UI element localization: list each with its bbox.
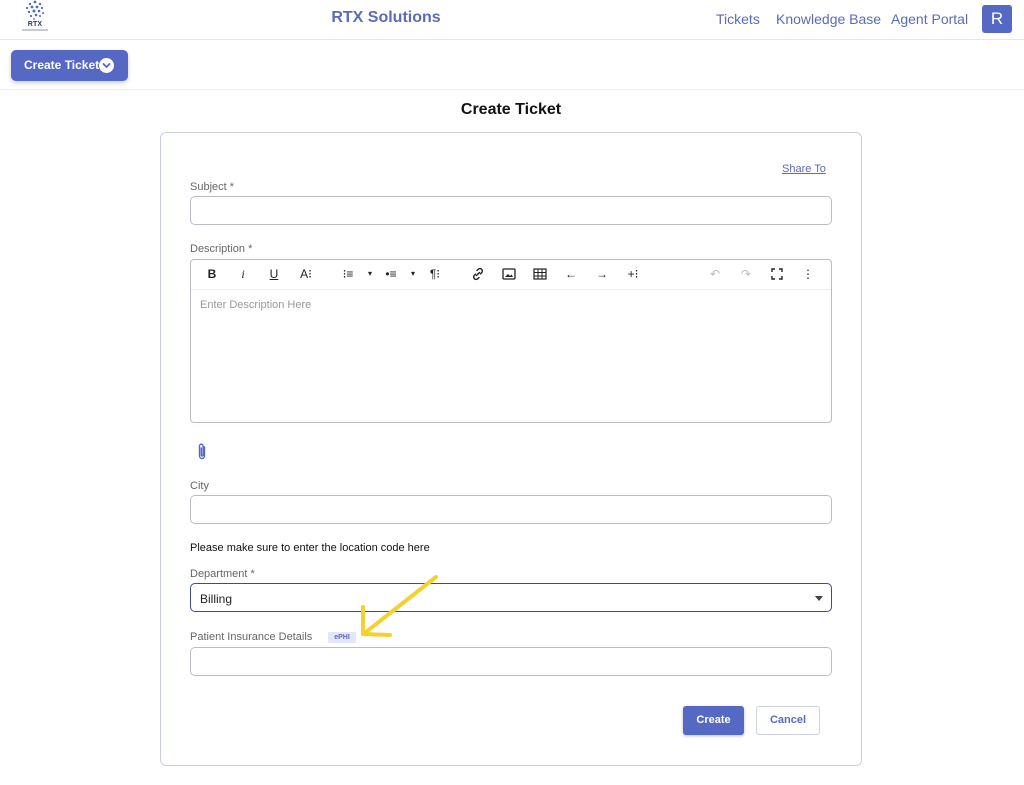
- nav-knowledge-base[interactable]: Knowledge Base: [776, 11, 881, 27]
- create-ticket-label: Create Ticket: [24, 58, 100, 72]
- font-size-icon[interactable]: A⁝: [296, 266, 316, 282]
- brand-title: RTX Solutions: [331, 9, 441, 26]
- city-label: City: [190, 480, 209, 492]
- department-value: Billing: [200, 592, 233, 606]
- description-editor[interactable]: B i U A⁝ ⁝≡ ▾ •≡ ▾ ¶⁝ ← → +⁝ ↶ ↷ ⋮ Enter…: [190, 259, 832, 423]
- description-label: Description *: [190, 243, 253, 255]
- redo-icon[interactable]: ↷: [738, 266, 754, 282]
- action-bar: Create Ticket: [0, 40, 1024, 90]
- insurance-input[interactable]: [190, 647, 832, 676]
- page-title: Create Ticket: [460, 101, 562, 118]
- insert-icon[interactable]: +⁝: [624, 266, 642, 282]
- image-icon[interactable]: [501, 266, 517, 282]
- subject-label: Subject *: [190, 181, 235, 193]
- nav-agent-portal[interactable]: Agent Portal: [891, 11, 968, 27]
- bullet-list-caret-icon[interactable]: ▾: [409, 266, 417, 282]
- paragraph-icon[interactable]: ¶⁝: [426, 266, 444, 282]
- description-placeholder: Enter Description Here: [200, 299, 312, 311]
- arrow-right-icon[interactable]: →: [594, 266, 610, 282]
- undo-icon[interactable]: ↶: [707, 266, 723, 282]
- cancel-button[interactable]: Cancel: [756, 706, 820, 735]
- underline-icon[interactable]: U: [266, 266, 282, 282]
- share-to-link[interactable]: Share To: [782, 163, 826, 175]
- paperclip-icon[interactable]: [195, 442, 209, 462]
- table-icon[interactable]: [532, 266, 548, 282]
- chevron-down-icon: [99, 58, 114, 73]
- more-options-icon[interactable]: ⋮: [800, 266, 816, 282]
- logo-tagline: [22, 29, 48, 31]
- link-icon[interactable]: [470, 266, 486, 282]
- create-button[interactable]: Create: [683, 706, 744, 735]
- subject-input[interactable]: [190, 196, 832, 225]
- create-ticket-button[interactable]: Create Ticket: [11, 50, 128, 81]
- ordered-list-icon[interactable]: ⁝≡: [340, 266, 356, 282]
- editor-toolbar: B i U A⁝ ⁝≡ ▾ •≡ ▾ ¶⁝ ← → +⁝ ↶ ↷ ⋮: [191, 260, 831, 290]
- italic-icon[interactable]: i: [235, 266, 251, 282]
- department-select[interactable]: Billing: [190, 583, 832, 612]
- fullscreen-icon[interactable]: [769, 266, 785, 282]
- avatar[interactable]: R: [982, 5, 1012, 33]
- city-input[interactable]: [190, 495, 832, 524]
- nav-tickets[interactable]: Tickets: [716, 11, 760, 27]
- bullet-list-icon[interactable]: •≡: [383, 266, 399, 282]
- arrow-left-icon[interactable]: ←: [563, 266, 579, 282]
- department-label: Department *: [190, 568, 255, 580]
- annotation-arrow-icon: [361, 575, 438, 637]
- location-note: Please make sure to enter the location c…: [190, 542, 430, 554]
- insurance-label: Patient Insurance Details: [190, 631, 313, 643]
- ordered-list-caret-icon[interactable]: ▾: [366, 266, 374, 282]
- dropdown-caret-icon: [815, 596, 823, 601]
- top-navbar: RTX RTX Solutions Tickets Knowledge Base…: [0, 0, 1024, 40]
- bold-icon[interactable]: B: [204, 266, 220, 282]
